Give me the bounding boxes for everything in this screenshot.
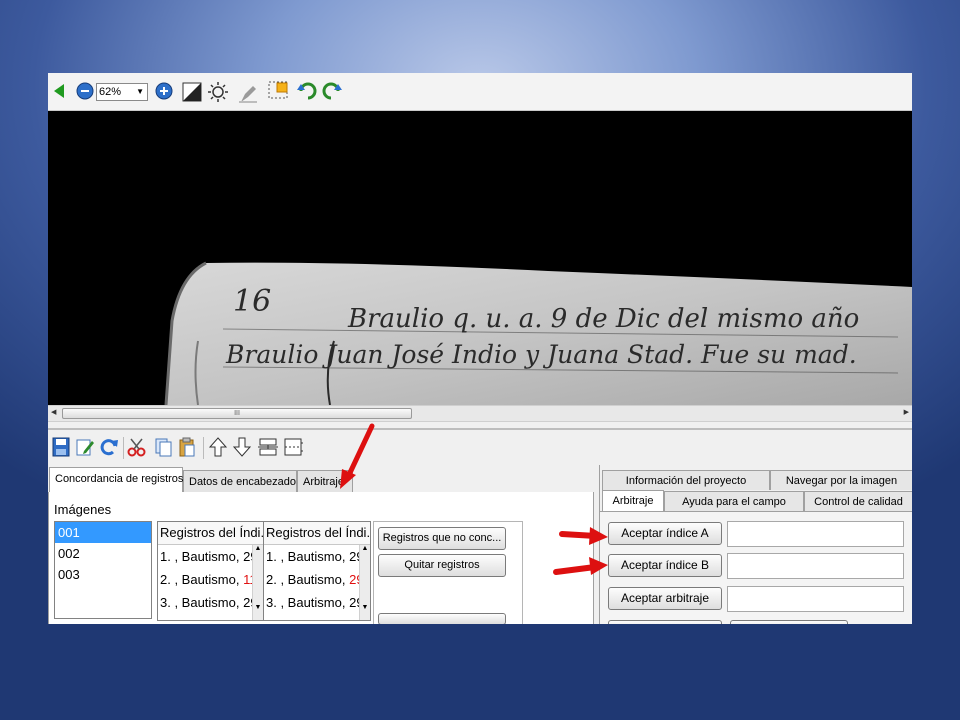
annotation-arrow-icon — [340, 423, 375, 489]
annotation-overlay — [340, 423, 608, 575]
annotation-arrow-icon — [553, 557, 608, 575]
annotation-arrow-icon — [559, 527, 608, 545]
